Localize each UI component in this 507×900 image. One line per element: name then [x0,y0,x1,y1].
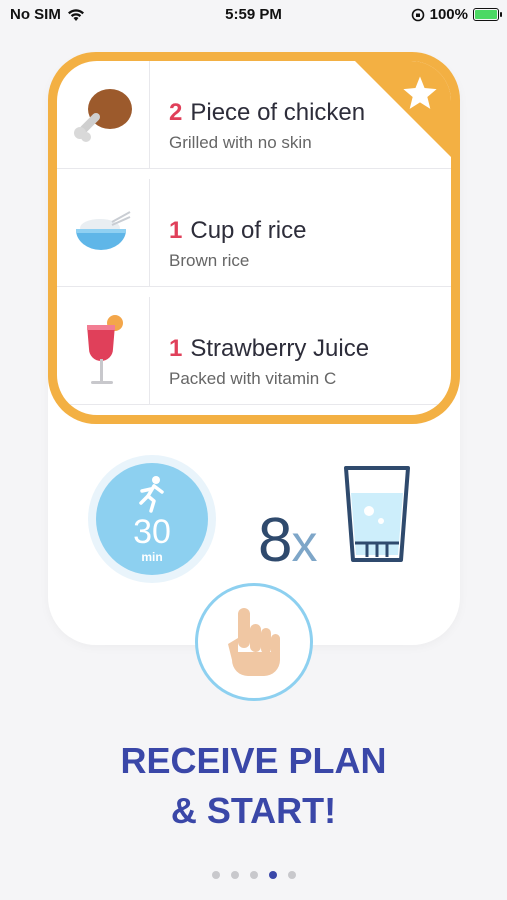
battery-percent: 100% [429,6,468,23]
meal-card: 2 Piece of chicken Grilled with no skin 1… [48,52,460,424]
page-indicator[interactable] [0,871,507,879]
pointing-hand-icon [228,608,280,676]
headline-line-1: RECEIVE PLAN [120,740,387,781]
headline: RECEIVE PLAN & START! [0,736,507,836]
page-dot[interactable] [249,871,258,879]
page-dot[interactable] [287,871,296,879]
meal-text: 1 Cup of rice Brown rice [169,217,306,271]
status-right: 100% [411,6,502,23]
meal-icon-cell [57,297,150,404]
water-count-value: 8 [258,506,292,575]
chicken-leg-icon [74,88,132,142]
meal-quantity: 1 [169,335,183,362]
activity-circle: 30 min [96,463,208,575]
water-glass-icon [344,466,410,562]
meal-title: 1 Cup of rice [169,217,306,245]
running-icon [139,476,164,513]
meal-title-label: Strawberry Juice [190,335,370,362]
meal-subtitle: Grilled with no skin [169,133,312,152]
meal-title: 1 Strawberry Juice [169,335,369,363]
page-dot[interactable] [230,871,239,879]
meal-list: 2 Piece of chicken Grilled with no skin 1… [57,61,451,415]
meal-subtitle: Packed with vitamin C [169,369,337,388]
juice-glass-icon [87,314,123,384]
battery-icon [473,8,502,21]
meal-quantity: 1 [169,217,183,244]
meal-text: 2 Piece of chicken Grilled with no skin [169,99,365,153]
water-count: 8x [258,505,317,576]
meal-text: 1 Strawberry Juice Packed with vitamin C [169,335,369,389]
meal-icon-cell [57,179,150,286]
meal-item: 1 Cup of rice Brown rice [57,179,451,287]
meal-quantity: 2 [169,99,183,126]
activity-badge: 30 min [88,455,216,583]
star-icon [403,76,437,109]
page-dot[interactable] [211,871,220,879]
meal-item: 1 Strawberry Juice Packed with vitamin C [57,297,451,405]
headline-line-2: & START! [170,790,337,831]
status-bar: No SIM 5:59 PM 100% [0,0,507,30]
page-dot-active[interactable] [268,871,277,879]
rotation-lock-icon [411,8,424,21]
meal-title: 2 Piece of chicken [169,99,365,127]
meal-title-label: Cup of rice [190,217,307,244]
start-button[interactable] [195,583,313,701]
activity-unit: min [141,550,163,564]
rice-bowl-icon [76,210,131,250]
meal-icon-cell [57,61,150,168]
battery-fill [475,10,497,19]
water-multiplier: x [291,515,317,573]
meal-title-label: Piece of chicken [190,99,366,126]
activity-value: 30 [133,513,171,551]
meal-subtitle: Brown rice [169,251,250,270]
